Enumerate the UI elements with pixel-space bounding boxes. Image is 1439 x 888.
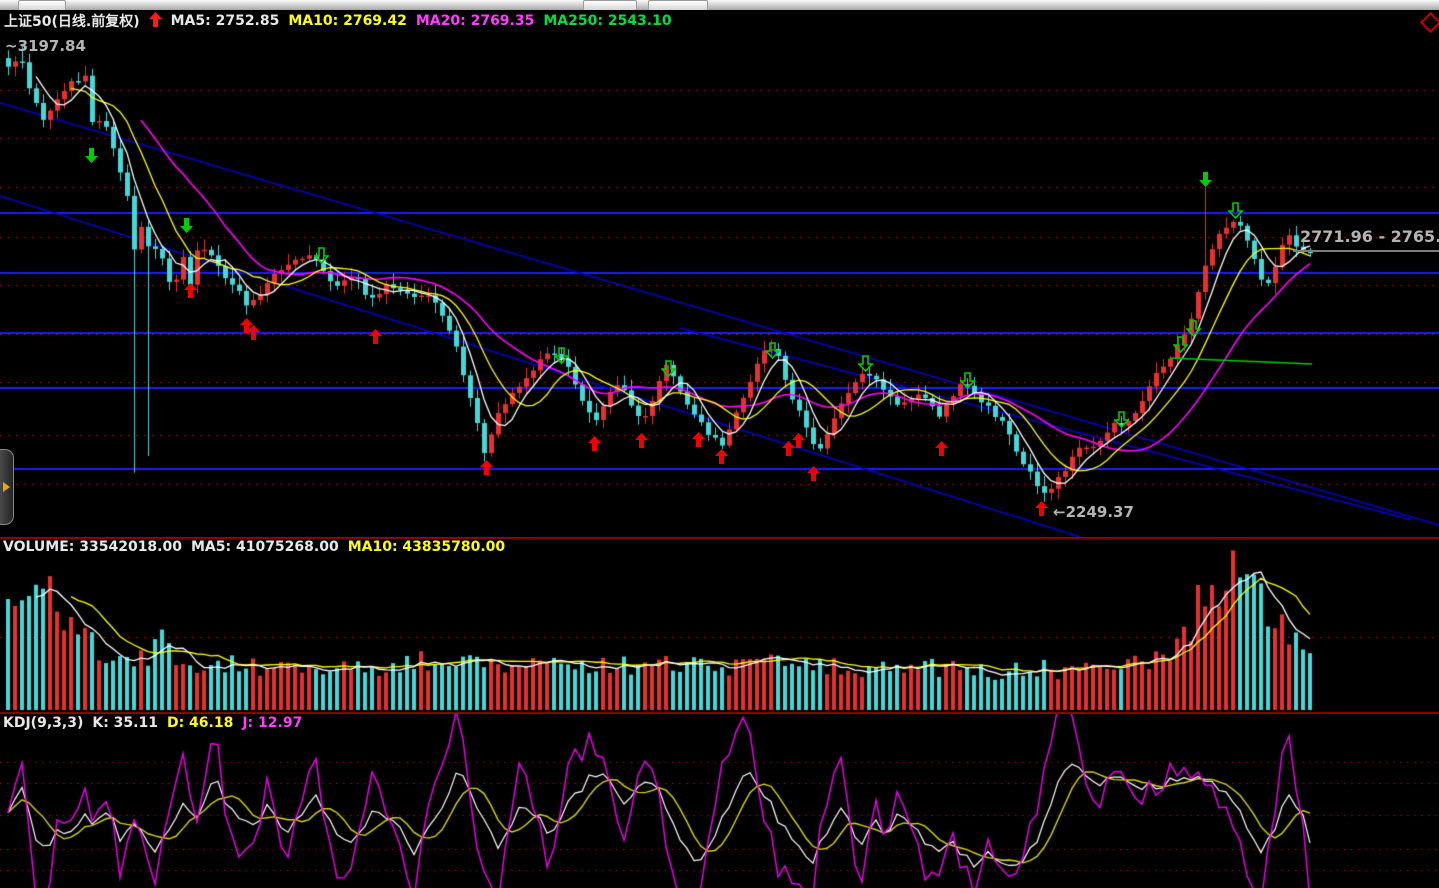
- kdj-k-value: K: 35.11: [92, 715, 158, 731]
- main-chart-header: 上证50(日线.前复权) MA5: 2752.85 MA10: 2769.42 …: [4, 11, 672, 31]
- kdj-d-value: D: 46.18: [167, 715, 233, 731]
- ma5-value: MA5: 2752.85: [171, 13, 280, 29]
- kdj-header: KDJ(9,3,3) K: 35.11 D: 46.18 J: 12.97: [3, 715, 302, 731]
- main-candlestick-chart[interactable]: [0, 10, 1439, 537]
- panel-expand-handle[interactable]: [0, 449, 14, 525]
- toolbar-button[interactable]: [648, 0, 708, 10]
- play-icon: [3, 482, 10, 492]
- volume-ma10-value: MA10: 43835780.00: [348, 539, 505, 555]
- last-range-label: 2771.96 - 2765.8: [1300, 227, 1439, 246]
- volume-header: VOLUME: 33542018.00 MA5: 41075268.00 MA1…: [3, 539, 505, 555]
- symbol-title: 上证50(日线.前复权): [4, 11, 140, 31]
- ma250-value: MA250: 2543.10: [543, 13, 671, 29]
- period-high-label: ~3197.84: [5, 37, 86, 55]
- trading-terminal: 上证50(日线.前复权) MA5: 2752.85 MA10: 2769.42 …: [0, 0, 1439, 888]
- volume-chart[interactable]: [0, 537, 1439, 714]
- volume-value: VOLUME: 33542018.00: [3, 539, 182, 555]
- toolbar-button[interactable]: [18, 0, 66, 10]
- trend-up-icon: [149, 12, 162, 31]
- kdj-title: KDJ(9,3,3): [3, 715, 83, 731]
- volume-ma5-value: MA5: 41075268.00: [191, 539, 339, 555]
- toolbar-button[interactable]: [583, 0, 637, 10]
- ma20-value: MA20: 2769.35: [416, 13, 535, 29]
- ma10-value: MA10: 2769.42: [288, 13, 407, 29]
- period-low-label: ←2249.37: [1053, 503, 1134, 521]
- kdj-j-value: J: 12.97: [242, 715, 302, 731]
- last-range-underline: [1293, 250, 1439, 252]
- kdj-chart[interactable]: [0, 714, 1439, 888]
